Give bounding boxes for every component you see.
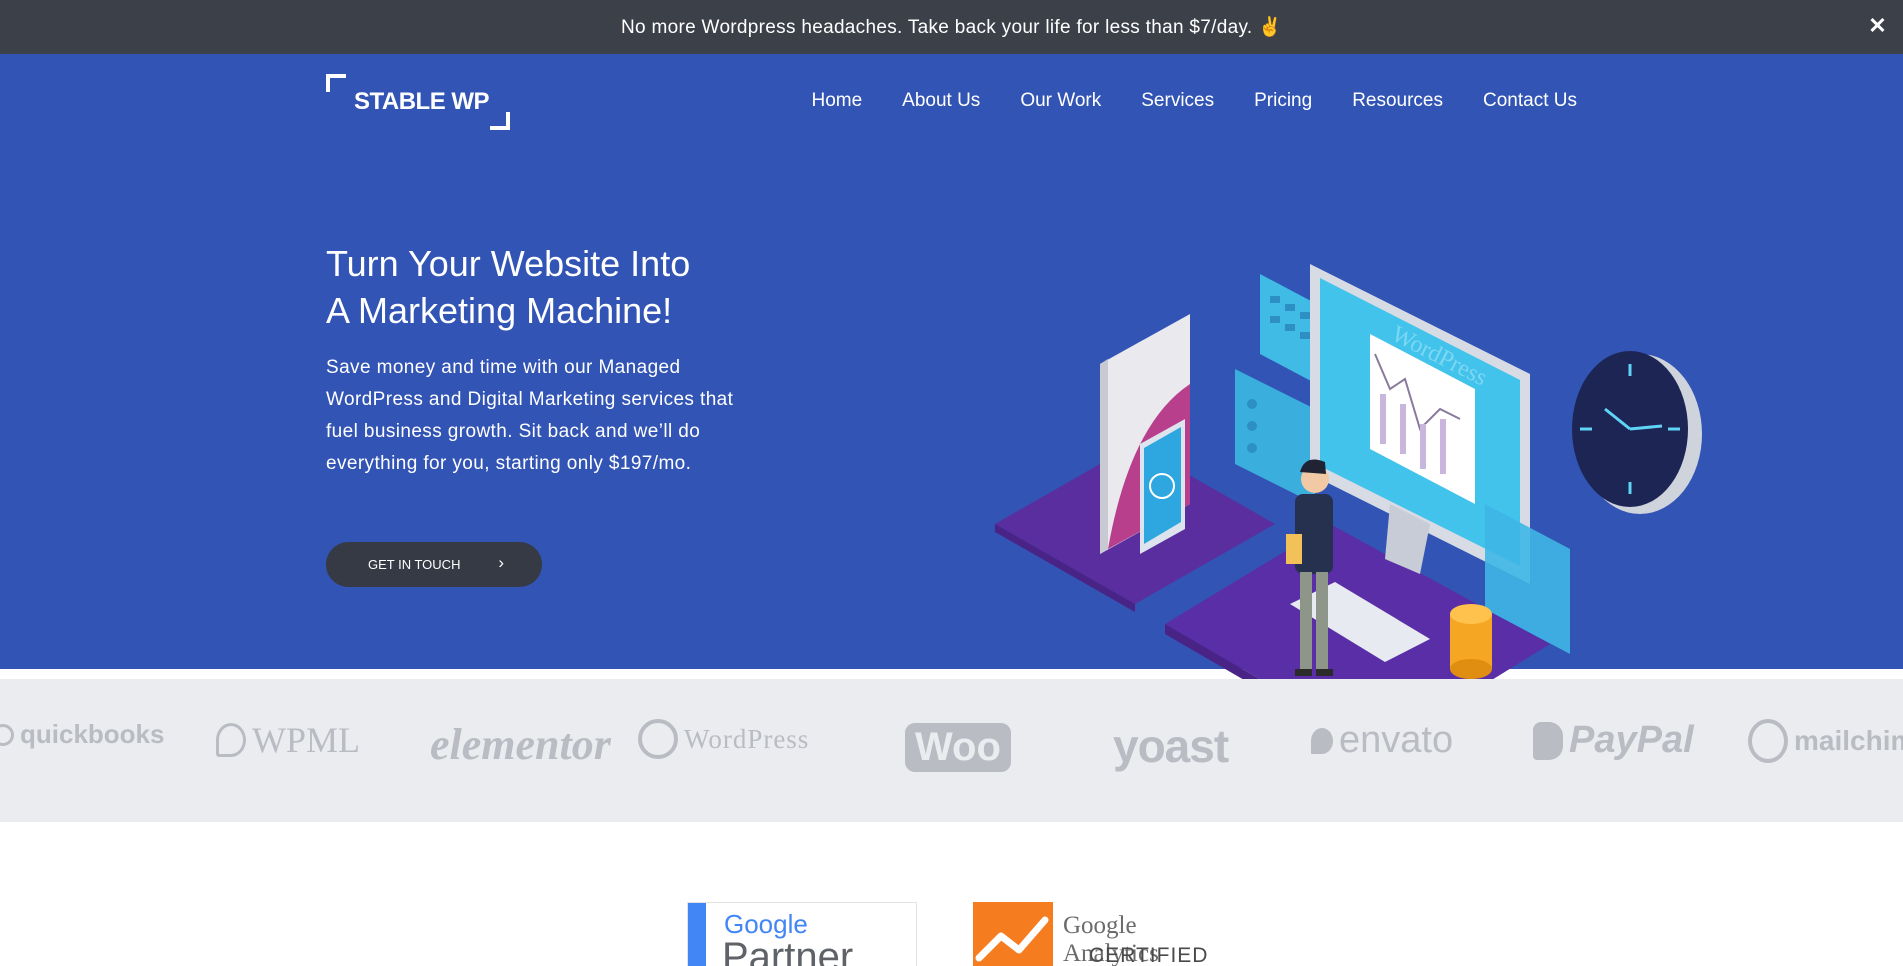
clock-icon [1572, 351, 1702, 514]
nav-home[interactable]: Home [811, 90, 862, 112]
main-nav: Home About Us Our Work Services Pricing … [811, 90, 1577, 112]
hero-title: Turn Your Website Into A Marketing Machi… [326, 240, 806, 334]
nav-our-work[interactable]: Our Work [1020, 90, 1101, 112]
brand-yoast-label: yoast [1113, 720, 1229, 772]
hero-title-line-1: Turn Your Website Into [326, 243, 691, 284]
google-partner-badge-stripe [688, 903, 706, 966]
brand-woo-label: Woo [905, 723, 1011, 772]
paypal-icon [1533, 721, 1563, 760]
nav-contact-us[interactable]: Contact Us [1483, 90, 1577, 112]
google-partner-label: Partner [722, 935, 854, 966]
get-in-touch-button[interactable]: GET IN TOUCH › [326, 542, 542, 587]
brand-envato-label: envato [1339, 719, 1454, 761]
nav-about-us[interactable]: About Us [902, 90, 980, 112]
logo-corner-bottom-right [490, 112, 510, 130]
hero-title-line-2: A Marketing Machine! [326, 290, 673, 331]
google-partner-badge: Google Partner [687, 902, 917, 966]
brand-mailchimp: mailchimp [1748, 719, 1903, 763]
brand-paypal-label: PayPal [1569, 719, 1694, 761]
nav-pricing[interactable]: Pricing [1254, 90, 1312, 112]
quickbooks-icon [0, 723, 14, 746]
brand-mailchimp-label: mailchimp [1794, 725, 1903, 756]
announcement-text: No more Wordpress headaches. Take back y… [621, 17, 1282, 38]
brand-wordpress: WordPress [638, 719, 809, 759]
brand-woo: Woo [905, 723, 1011, 772]
analytics-chart-icon [973, 902, 1053, 966]
logo[interactable]: STABLE WP [326, 74, 510, 130]
brand-paypal: PayPal [1533, 719, 1694, 762]
brand-yoast: yoast [1113, 719, 1229, 773]
partner-logos-strip: quickbooks WPML elementor WordPress Woo … [0, 679, 1903, 822]
wpml-icon [216, 723, 246, 757]
announcement-bar: No more Wordpress headaches. Take back y… [0, 0, 1903, 54]
coin-stack-icon [1450, 604, 1492, 679]
chevron-right-icon: › [498, 553, 504, 572]
brand-wpml-label: WPML [252, 720, 360, 760]
nav-resources[interactable]: Resources [1352, 90, 1443, 112]
nav-services[interactable]: Services [1141, 90, 1214, 112]
get-in-touch-label: GET IN TOUCH [368, 557, 461, 572]
wordpress-icon [638, 719, 678, 759]
mailchimp-icon [1748, 719, 1788, 763]
brand-wordpress-label: WordPress [684, 723, 810, 754]
hero-subtitle: Save money and time with our Managed Wor… [326, 357, 734, 474]
hero-section: STABLE WP Home About Us Our Work Service… [0, 54, 1903, 759]
logo-corner-top-left [326, 74, 346, 92]
brand-wpml: WPML [216, 719, 360, 761]
google-analytics-label: CERTIFIED [1089, 944, 1209, 966]
envato-icon [1311, 727, 1333, 754]
brand-envato: envato [1311, 719, 1453, 762]
brand-quickbooks-label: quickbooks [20, 719, 165, 749]
logo-text: STABLE WP [354, 88, 490, 115]
google-analytics-badge: Google Analytics CERTIFIED [973, 902, 1233, 966]
brand-quickbooks: quickbooks [0, 719, 164, 750]
close-icon[interactable]: ✕ [1868, 13, 1887, 39]
brand-elementor: elementor [430, 719, 611, 770]
brand-elementor-label: elementor [430, 720, 611, 769]
